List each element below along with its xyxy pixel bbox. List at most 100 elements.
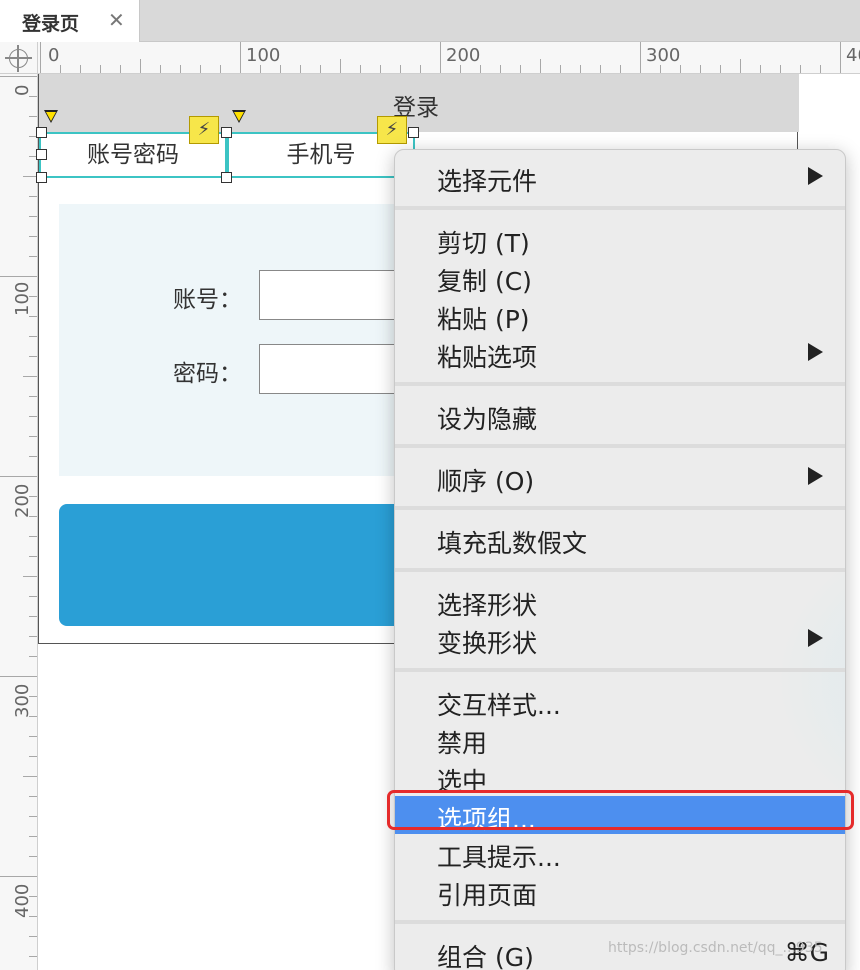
ruler-label: 100 bbox=[246, 45, 281, 66]
ruler-label: 100 bbox=[12, 281, 33, 316]
horizontal-ruler[interactable]: 0 100 200 300 40 bbox=[38, 42, 860, 74]
menu-item-label: 顺序 (O) bbox=[437, 467, 535, 496]
ruler-tick bbox=[29, 496, 37, 497]
ruler-tick bbox=[0, 876, 37, 877]
ruler-origin[interactable] bbox=[0, 42, 38, 74]
menu-item-paste[interactable]: 粘贴 (P) bbox=[395, 296, 845, 334]
ruler-tick bbox=[440, 42, 441, 73]
ruler-tick bbox=[300, 65, 301, 73]
ruler-tick bbox=[0, 476, 37, 477]
close-icon[interactable]: ✕ bbox=[108, 8, 125, 32]
ruler-tick bbox=[140, 59, 141, 73]
vertical-ruler[interactable]: 0 100 200 300 400 bbox=[0, 74, 38, 970]
menu-item-reference-page[interactable]: 引用页面 bbox=[395, 872, 845, 910]
ruler-tick bbox=[760, 65, 761, 73]
menu-separator bbox=[395, 444, 845, 448]
ruler-tick bbox=[29, 856, 37, 857]
ruler-tick bbox=[29, 656, 37, 657]
ruler-tick bbox=[23, 176, 37, 177]
menu-item-copy[interactable]: 复制 (C) bbox=[395, 258, 845, 296]
ruler-tick bbox=[23, 376, 37, 377]
ruler-tick bbox=[260, 65, 261, 73]
menu-item-disable[interactable]: 禁用 bbox=[395, 720, 845, 758]
menu-item-paste-options[interactable]: 粘贴选项 bbox=[395, 334, 845, 372]
ruler-tick bbox=[29, 936, 37, 937]
interaction-bolt-icon[interactable]: ⚡ bbox=[377, 116, 407, 144]
ruler-tick bbox=[220, 65, 221, 73]
menu-item-transform-shape[interactable]: 变换形状 bbox=[395, 620, 845, 658]
ruler-tick bbox=[620, 65, 621, 73]
menu-item-cut[interactable]: 剪切 (T) bbox=[395, 220, 845, 258]
ruler-tick bbox=[29, 796, 37, 797]
ruler-tick bbox=[29, 256, 37, 257]
menu-item-select-widget[interactable]: 选择元件 bbox=[395, 158, 845, 196]
ruler-tick bbox=[540, 59, 541, 73]
ruler-tick bbox=[29, 396, 37, 397]
ruler-tick bbox=[29, 216, 37, 217]
document-tabbar: 登录页 ✕ bbox=[0, 0, 860, 42]
menu-item-label: 选项组... bbox=[437, 805, 536, 834]
menu-item-label: 变换形状 bbox=[437, 629, 538, 658]
ruler-tick bbox=[320, 65, 321, 73]
ruler-tick bbox=[23, 776, 37, 777]
ruler-tick bbox=[29, 456, 37, 457]
submenu-arrow-icon bbox=[808, 343, 823, 361]
menu-item-selected[interactable]: 选中 bbox=[395, 758, 845, 796]
ruler-tick bbox=[23, 576, 37, 577]
resize-handle[interactable] bbox=[221, 172, 232, 183]
ruler-tick bbox=[29, 516, 37, 517]
resize-handle[interactable] bbox=[221, 127, 232, 138]
menu-item-option-group[interactable]: 选项组... bbox=[395, 796, 845, 834]
tab-label: 登录页 bbox=[22, 13, 80, 35]
ruler-tick bbox=[740, 59, 741, 73]
resize-handle[interactable] bbox=[36, 149, 47, 160]
password-label: 密码： bbox=[173, 361, 242, 387]
ruler-tick bbox=[380, 65, 381, 73]
menu-separator bbox=[395, 382, 845, 386]
interaction-bolt-icon[interactable]: ⚡ bbox=[189, 116, 219, 144]
menu-item-label: 选择元件 bbox=[437, 167, 538, 196]
context-menu: 选择元件 剪切 (T) 复制 (C) 粘贴 (P) 粘贴选项 设为隐藏 顺序 (… bbox=[394, 149, 846, 970]
ruler-label: 200 bbox=[446, 45, 481, 66]
ruler-tick bbox=[640, 42, 641, 73]
ruler-label: 40 bbox=[846, 45, 860, 66]
menu-item-fill-lorem[interactable]: 填充乱数假文 bbox=[395, 520, 845, 558]
ruler-tick bbox=[29, 836, 37, 837]
ruler-tick bbox=[60, 65, 61, 73]
account-label: 账号： bbox=[173, 287, 242, 313]
ruler-tick bbox=[100, 65, 101, 73]
ruler-tick bbox=[160, 65, 161, 73]
ruler-tick bbox=[400, 65, 401, 73]
tab-login-page[interactable]: 登录页 ✕ bbox=[0, 0, 140, 42]
menu-item-label: 组合 (G) bbox=[437, 943, 534, 970]
ruler-tick bbox=[29, 596, 37, 597]
ruler-tick bbox=[480, 65, 481, 73]
ruler-tick bbox=[560, 65, 561, 73]
ruler-tick bbox=[0, 276, 37, 277]
ruler-tick bbox=[40, 42, 41, 73]
ruler-tick bbox=[720, 65, 721, 73]
ruler-label: 0 bbox=[12, 84, 33, 96]
ruler-tick bbox=[700, 65, 701, 73]
menu-item-order[interactable]: 顺序 (O) bbox=[395, 458, 845, 496]
watermark: https://blog.csdn.net/qq_...935 bbox=[608, 940, 823, 956]
submenu-arrow-icon bbox=[808, 167, 823, 185]
page-header[interactable]: 登录 bbox=[39, 74, 799, 132]
ruler-tick bbox=[340, 59, 341, 73]
menu-item-interaction-styles[interactable]: 交互样式... bbox=[395, 682, 845, 720]
ruler-tick bbox=[460, 65, 461, 73]
menu-separator bbox=[395, 668, 845, 672]
ruler-tick bbox=[29, 756, 37, 757]
crosshair-icon bbox=[5, 45, 32, 72]
ruler-tick bbox=[29, 896, 37, 897]
resize-handle[interactable] bbox=[36, 127, 47, 138]
resize-handle[interactable] bbox=[36, 172, 47, 183]
menu-item-select-shape[interactable]: 选择形状 bbox=[395, 582, 845, 620]
resize-handle[interactable] bbox=[408, 127, 419, 138]
anchor-flag-icon bbox=[44, 110, 58, 123]
menu-item-set-hidden[interactable]: 设为隐藏 bbox=[395, 396, 845, 434]
menu-item-tooltip[interactable]: 工具提示... bbox=[395, 834, 845, 872]
menu-item-label: 工具提示... bbox=[437, 843, 561, 872]
submenu-arrow-icon bbox=[808, 629, 823, 647]
menu-item-label: 粘贴 (P) bbox=[437, 305, 530, 334]
